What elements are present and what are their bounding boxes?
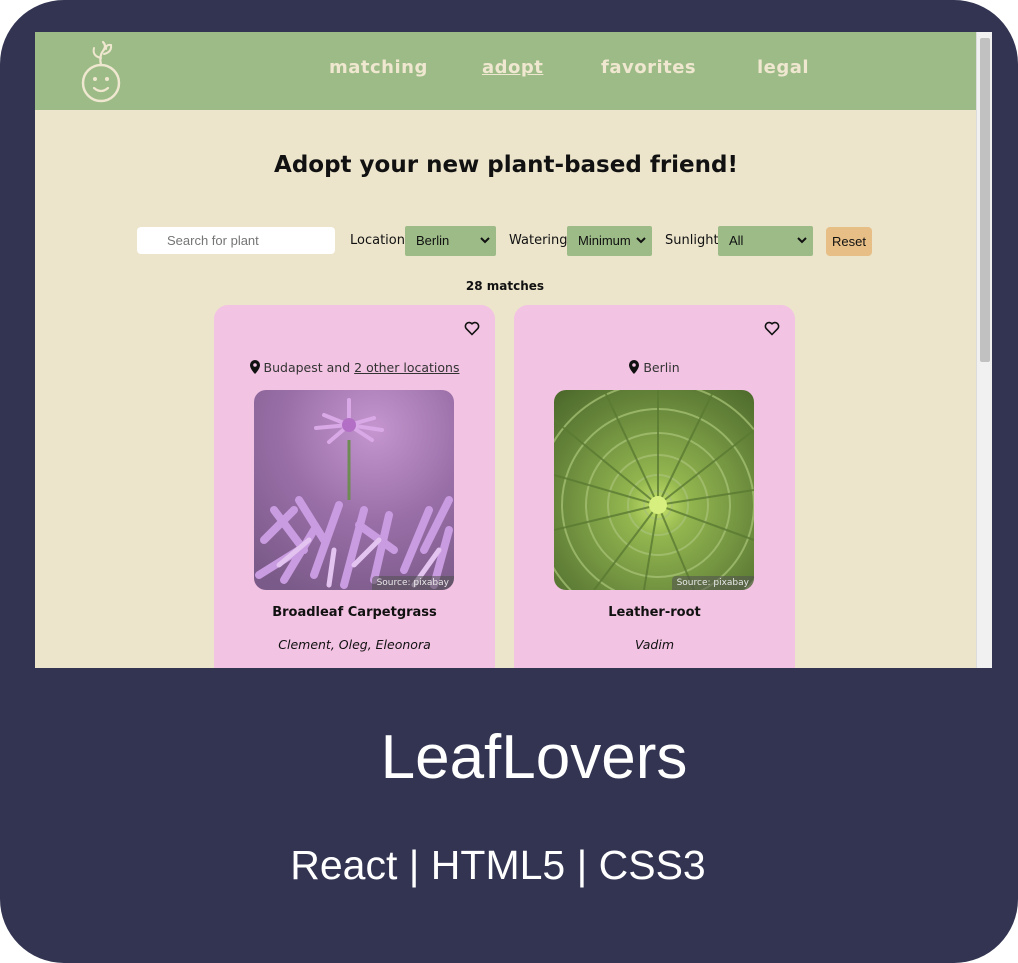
succulent-rosette-image: [554, 390, 754, 590]
app-screenshot: matching adopt favorites legal Adopt you…: [35, 32, 992, 668]
allium-flower-image: [254, 390, 454, 590]
project-title: LeafLovers: [380, 723, 688, 792]
scrollbar[interactable]: [976, 32, 992, 668]
nav-link-matching[interactable]: matching: [329, 57, 428, 78]
watering-label: Watering:: [509, 233, 572, 248]
photo-credit: Source: pixabay: [671, 576, 754, 590]
location-label: Location:: [350, 233, 410, 248]
scrollbar-thumb[interactable]: [980, 38, 990, 362]
sunlight-select-value: All: [729, 233, 744, 248]
watering-select[interactable]: Minimum: [567, 226, 652, 256]
navbar: matching adopt favorites legal: [35, 32, 977, 110]
plant-photo: Source: pixabay: [554, 390, 754, 590]
sunlight-select[interactable]: All: [718, 226, 813, 256]
match-count: 28 matches: [465, 279, 545, 293]
chevron-down-icon: [797, 237, 807, 244]
chevron-down-icon: [480, 237, 490, 244]
nav-link-legal[interactable]: legal: [757, 57, 809, 78]
plant-location: Berlin: [514, 360, 795, 375]
location-text: Budapest and: [263, 360, 355, 375]
sunlight-label: Sunlight:: [665, 233, 723, 248]
plant-location: Budapest and 2 other locations: [214, 360, 495, 375]
chevron-down-icon: [636, 237, 646, 244]
heart-icon[interactable]: [464, 321, 480, 336]
project-card: matching adopt favorites legal Adopt you…: [0, 0, 1018, 963]
plant-photo: Source: pixabay: [254, 390, 454, 590]
nav-link-adopt[interactable]: adopt: [482, 57, 543, 78]
plant-owners: Clement, Oleg, Eleonora: [278, 637, 431, 652]
location-text: Berlin: [643, 360, 680, 375]
other-locations-link[interactable]: 2 other locations: [354, 360, 459, 375]
plant-name: Broadleaf Carpetgrass: [272, 605, 437, 620]
location-select[interactable]: Berlin: [405, 226, 496, 256]
page-title: Adopt your new plant-based friend!: [274, 152, 738, 178]
reset-button[interactable]: Reset: [826, 227, 872, 256]
location-pin-icon: [249, 360, 260, 374]
search-input[interactable]: [137, 227, 335, 254]
nav-link-favorites[interactable]: favorites: [601, 57, 696, 78]
tech-stack: React | HTML5 | CSS3: [290, 842, 706, 888]
photo-credit: Source: pixabay: [371, 576, 454, 590]
plant-card[interactable]: Berlin Source: pixabay Leather-root Vadi…: [514, 305, 795, 668]
watering-select-value: Minimum: [578, 233, 631, 248]
location-select-value: Berlin: [416, 233, 450, 248]
plant-name: Leather-root: [608, 605, 701, 620]
plant-owners: Vadim: [635, 637, 674, 652]
location-pin-icon: [629, 360, 640, 374]
sprout-face-logo-icon[interactable]: [79, 34, 125, 104]
heart-icon[interactable]: [764, 321, 780, 336]
plant-card[interactable]: Budapest and 2 other locations Source: p…: [214, 305, 495, 668]
